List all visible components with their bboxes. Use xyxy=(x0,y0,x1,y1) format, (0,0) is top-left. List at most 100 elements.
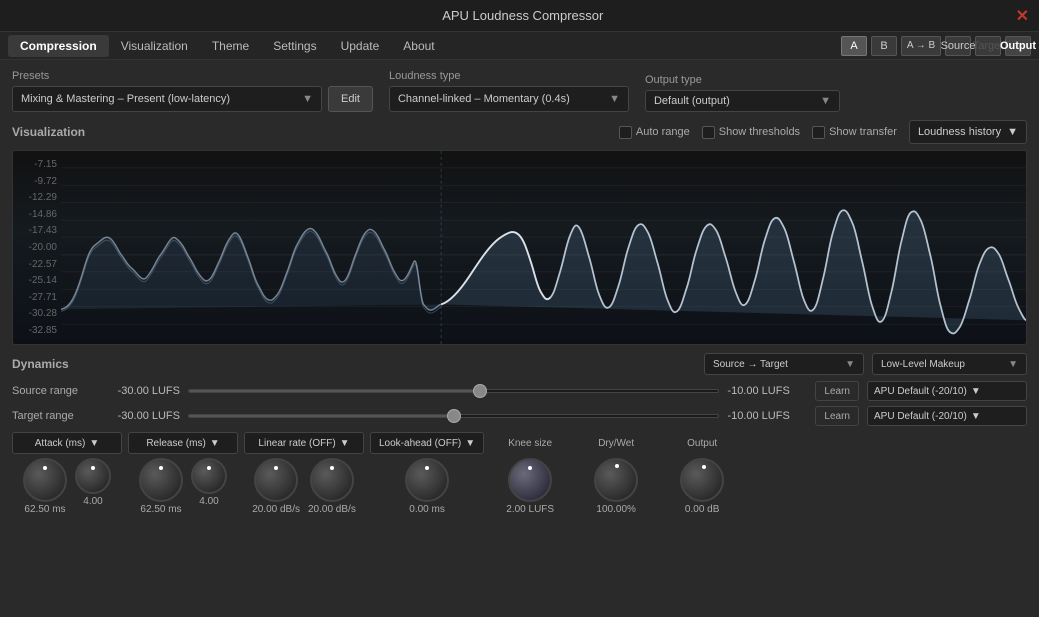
target-range-row: Target range -30.00 LUFS -10.00 LUFS Lea… xyxy=(12,406,1027,426)
scale-4: -14.86 xyxy=(17,209,57,220)
dynamics-header: Dynamics Source → Target ▼ Low-Level Mak… xyxy=(12,353,1027,375)
attack-knob1[interactable] xyxy=(23,458,67,502)
target-range-max: -10.00 LUFS xyxy=(727,410,807,422)
output-group: Output 0.00 dB xyxy=(662,432,742,515)
mode-value: Source → Target xyxy=(713,359,788,370)
lookahead-knob[interactable] xyxy=(405,458,449,502)
release-knobs: 62.50 ms 4.00 xyxy=(139,458,227,515)
release-knob1-container: 62.50 ms xyxy=(139,458,183,515)
ab-button-atob[interactable]: A → B xyxy=(901,36,941,56)
ab-button-a[interactable]: A xyxy=(841,36,867,56)
auto-range-checkbox[interactable] xyxy=(619,126,632,139)
show-thresholds-control[interactable]: Show thresholds xyxy=(702,126,800,139)
mode-dropdown[interactable]: Source → Target ▼ xyxy=(704,353,864,375)
target-learn-button[interactable]: Learn xyxy=(815,406,859,426)
target-range-min: -30.00 LUFS xyxy=(100,410,180,422)
linear-header[interactable]: Linear rate (OFF) ▼ xyxy=(244,432,364,454)
attack-header[interactable]: Attack (ms) ▼ xyxy=(12,432,122,454)
show-transfer-checkbox[interactable] xyxy=(812,126,825,139)
linear-knob2[interactable] xyxy=(310,458,354,502)
drywet-group: Dry/Wet 100.00% xyxy=(576,432,656,515)
release-value2: 4.00 xyxy=(199,496,218,507)
dynamics-section: Dynamics Source → Target ▼ Low-Level Mak… xyxy=(12,353,1027,426)
menu-visualization[interactable]: Visualization xyxy=(109,35,200,57)
menu-update[interactable]: Update xyxy=(329,35,392,57)
output-type-value: Default (output) xyxy=(654,95,730,107)
drywet-value: 100.00% xyxy=(596,504,635,515)
ab-button-output[interactable]: Output xyxy=(1005,36,1031,56)
ab-button-target[interactable]: Target xyxy=(975,36,1001,56)
dynamics-label: Dynamics xyxy=(12,357,69,371)
source-learn-button[interactable]: Learn xyxy=(815,381,859,401)
makeup-value: Low-Level Makeup xyxy=(881,359,965,370)
release-knob2[interactable] xyxy=(191,458,227,494)
release-header[interactable]: Release (ms) ▼ xyxy=(128,432,238,454)
main-content: Presets Mixing & Mastering – Present (lo… xyxy=(0,60,1039,617)
edit-button[interactable]: Edit xyxy=(328,86,373,112)
linear-value2: 20.00 dB/s xyxy=(308,504,356,515)
knee-value: 2.00 LUFS xyxy=(506,504,554,515)
scale-6: -20.00 xyxy=(17,242,57,253)
ab-button-source[interactable]: Source xyxy=(945,36,971,56)
linear-knobs: 20.00 dB/s 20.00 dB/s xyxy=(252,458,356,515)
menu-settings[interactable]: Settings xyxy=(261,35,328,57)
scale-8: -25.14 xyxy=(17,275,57,286)
drywet-knob-container: 100.00% xyxy=(594,458,638,515)
header-sections: Presets Mixing & Mastering – Present (lo… xyxy=(12,70,1027,112)
attack-knob2[interactable] xyxy=(75,458,111,494)
lookahead-header[interactable]: Look-ahead (OFF) ▼ xyxy=(370,432,484,454)
attack-value2: 4.00 xyxy=(83,496,102,507)
release-knob1[interactable] xyxy=(139,458,183,502)
linear-knob1[interactable] xyxy=(254,458,298,502)
attack-knob1-container: 62.50 ms xyxy=(23,458,67,515)
menu-about[interactable]: About xyxy=(391,35,446,57)
attack-value1: 62.50 ms xyxy=(24,504,65,515)
release-label: Release (ms) xyxy=(146,438,205,449)
output-knob[interactable] xyxy=(680,458,724,502)
visualization-header: Visualization Auto range Show thresholds… xyxy=(12,120,1027,144)
attack-arrow-icon: ▼ xyxy=(89,438,99,449)
output-type-dropdown[interactable]: Default (output) ▼ xyxy=(645,90,840,112)
menu-theme[interactable]: Theme xyxy=(200,35,261,57)
presets-dropdown[interactable]: Mixing & Mastering – Present (low-latenc… xyxy=(12,86,322,112)
knee-group: Knee size 2.00 LUFS xyxy=(490,432,570,515)
auto-range-control[interactable]: Auto range xyxy=(619,126,690,139)
source-preset-value: APU Default (-20/10) xyxy=(874,386,967,397)
loudness-type-dropdown[interactable]: Channel-linked – Momentary (0.4s) ▼ xyxy=(389,86,629,112)
loudness-type-value: Channel-linked – Momentary (0.4s) xyxy=(398,93,570,105)
drywet-label: Dry/Wet xyxy=(598,438,634,449)
source-range-slider[interactable] xyxy=(188,389,719,393)
release-arrow-icon: ▼ xyxy=(210,438,220,449)
lookahead-group: Look-ahead (OFF) ▼ 0.00 ms xyxy=(370,432,484,515)
show-transfer-control[interactable]: Show transfer xyxy=(812,126,897,139)
ab-button-b[interactable]: B xyxy=(871,36,897,56)
makeup-dropdown[interactable]: Low-Level Makeup ▼ xyxy=(872,353,1027,375)
drywet-knob[interactable] xyxy=(594,458,638,502)
linear-knob2-container: 20.00 dB/s xyxy=(308,458,356,515)
scale-3: -12.29 xyxy=(17,192,57,203)
menu-compression[interactable]: Compression xyxy=(8,35,109,57)
show-thresholds-label: Show thresholds xyxy=(719,126,800,138)
visualization-area: -7.15 -9.72 -12.29 -14.86 -17.43 -20.00 … xyxy=(12,150,1027,345)
output-knob-label: Output xyxy=(687,438,717,449)
presets-arrow-icon: ▼ xyxy=(302,93,313,105)
output-type-label: Output type xyxy=(645,74,840,86)
loudness-history-dropdown[interactable]: Loudness history ▼ xyxy=(909,120,1027,144)
auto-range-label: Auto range xyxy=(636,126,690,138)
drywet-header: Dry/Wet xyxy=(598,432,634,454)
close-button[interactable]: ✕ xyxy=(1016,6,1029,26)
scale-5: -17.43 xyxy=(17,225,57,236)
scale-10: -30.28 xyxy=(17,308,57,319)
linear-knob1-container: 20.00 dB/s xyxy=(252,458,300,515)
show-thresholds-checkbox[interactable] xyxy=(702,126,715,139)
scale-9: -27.71 xyxy=(17,292,57,303)
loudness-arrow-icon: ▼ xyxy=(609,93,620,105)
waveform-svg xyxy=(61,151,1026,344)
target-preset-dropdown[interactable]: APU Default (-20/10) ▼ xyxy=(867,406,1027,426)
viz-canvas xyxy=(61,151,1026,344)
lookahead-arrow-icon: ▼ xyxy=(465,438,475,449)
knee-knob[interactable] xyxy=(508,458,552,502)
source-preset-dropdown[interactable]: APU Default (-20/10) ▼ xyxy=(867,381,1027,401)
source-preset-arrow-icon: ▼ xyxy=(971,386,981,397)
target-range-slider[interactable] xyxy=(188,414,719,418)
